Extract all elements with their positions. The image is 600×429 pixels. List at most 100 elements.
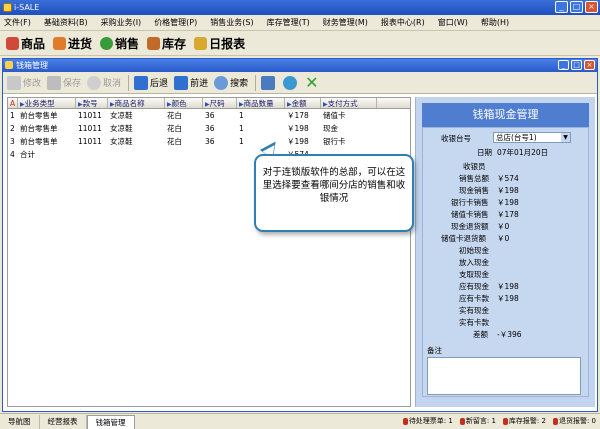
cashbox-window-title: 钱箱管理 — [16, 61, 48, 70]
menu-price[interactable]: 价格管理(P) — [154, 17, 197, 28]
header-business-type[interactable]: ▶业务类型 — [18, 98, 76, 108]
tab-navigation[interactable]: 导航图 — [0, 414, 40, 429]
header-size[interactable]: ▶尺码 — [203, 98, 237, 108]
cell-color — [165, 148, 203, 161]
save-label: 保存 — [63, 79, 82, 89]
summary-label: 应有卡款 — [459, 294, 489, 303]
minimize-button[interactable]: _ — [555, 1, 568, 13]
module-purchase-label: 进货 — [68, 37, 93, 51]
cell-payment: 储值卡 — [323, 111, 346, 120]
stock-alert-status[interactable]: 库存报警: 2 — [502, 416, 546, 426]
tab-cashbox[interactable]: 钱箱管理 — [86, 414, 135, 429]
header-color[interactable]: ▶颜色 — [165, 98, 203, 108]
menu-help[interactable]: 帮助(H) — [481, 17, 509, 28]
inner-minimize-button[interactable]: _ — [558, 60, 569, 70]
sales-icon — [100, 37, 114, 50]
header-amount[interactable]: ▶金额 — [285, 98, 321, 108]
undo-icon — [87, 75, 102, 90]
help-callout: 对于连锁版软件的总部，可以在这里选择要查看哪间分店的销售和收银情况 — [254, 154, 414, 232]
new-messages-status[interactable]: 新留言: 1 — [459, 416, 496, 426]
search-button[interactable]: 搜索 — [214, 75, 248, 90]
summary-value: ￥574 — [497, 174, 519, 183]
cancel-button[interactable]: 取消 — [87, 75, 121, 90]
header-corner[interactable]: A — [8, 98, 18, 108]
memo-textarea[interactable] — [427, 357, 581, 395]
inner-restore-button[interactable]: □ — [571, 60, 582, 70]
forward-button[interactable]: 前进 — [174, 75, 208, 90]
tab-business-report[interactable]: 经营报表 — [40, 414, 87, 429]
menu-file[interactable]: 文件(F) — [4, 17, 31, 28]
edit-button[interactable]: 修改 — [7, 75, 41, 90]
module-daily-report-button[interactable]: 日报表 — [194, 35, 245, 52]
header-product-name[interactable]: ▶商品名称 — [108, 98, 165, 108]
module-goods-button[interactable]: 商品 — [6, 35, 45, 52]
cell-product-name: 女凉鞋 — [110, 137, 133, 146]
back-button[interactable]: 后退 — [134, 75, 168, 90]
status-indicators: 待处理票单: 1 新留言: 1 库存报警: 2 退货报警: 0 — [402, 416, 596, 426]
summary-label: 现金退货额 — [451, 222, 489, 231]
summary-label: 放入现金 — [459, 258, 489, 267]
module-sales-button[interactable]: 销售 — [100, 35, 139, 52]
cell-style-no: 11011 — [78, 137, 102, 146]
menu-purchase[interactable]: 采购业务(I) — [101, 17, 142, 28]
stock-icon — [147, 37, 161, 50]
menu-finance[interactable]: 财务管理(M) — [323, 17, 368, 28]
cell-product-name — [108, 148, 165, 161]
cashbox-window-title-bar: 钱箱管理 _ □ × — [3, 59, 597, 72]
summary-label: 现金销售 — [459, 186, 489, 195]
summary-value: ￥198 — [497, 198, 519, 207]
alert-icon — [459, 417, 465, 425]
pending-tickets-status[interactable]: 待处理票单: 1 — [402, 416, 453, 426]
table-row[interactable]: 3 前台零售单 11011 女凉鞋 花白 36 1 ￥198 银行卡 — [8, 135, 410, 148]
module-toolbar: 商品 进货 销售 库存 日报表 — [0, 32, 600, 56]
refresh-icon — [283, 75, 298, 90]
inner-close-button[interactable]: × — [584, 60, 595, 70]
module-purchase-button[interactable]: 进货 — [53, 35, 92, 52]
module-sales-label: 销售 — [115, 37, 140, 51]
header-payment[interactable]: ▶支付方式 — [321, 98, 377, 108]
goods-icon — [6, 37, 19, 50]
summary-label: 储值卡销售 — [451, 210, 489, 219]
transactions-table: A ▶业务类型 ▶款号 ▶商品名称 ▶颜色 ▶尺码 ▶商品数量 ▶金额 ▶支付方… — [7, 97, 411, 407]
menu-basic-data[interactable]: 基础资料(B) — [44, 17, 88, 28]
summary-value: ￥198 — [497, 294, 519, 303]
forward-arrow-icon — [174, 75, 189, 90]
menu-inventory[interactable]: 库存管理(T) — [267, 17, 310, 28]
header-style-no[interactable]: ▶款号 — [76, 98, 108, 108]
row-number: 3 — [10, 137, 15, 146]
summary-label: 实有卡款 — [459, 318, 489, 327]
cell-amount: ￥198 — [287, 124, 309, 133]
table-row[interactable]: 2 前台零售单 11011 女凉鞋 花白 36 1 ￥198 现金 — [8, 122, 410, 135]
cell-quantity: 1 — [239, 124, 244, 133]
summary-value: ￥0 — [497, 222, 510, 231]
save-button[interactable]: 保存 — [47, 75, 82, 90]
refresh-button[interactable] — [283, 75, 299, 90]
menu-reports[interactable]: 报表中心(R) — [381, 17, 425, 28]
summary-value: ￥0 — [497, 234, 510, 243]
alert-icon — [552, 417, 558, 425]
register-select[interactable]: 总店(台号1) ▼ — [493, 132, 571, 143]
cell-product-name: 女凉鞋 — [110, 124, 133, 133]
return-alert-status[interactable]: 退货报警: 0 — [552, 416, 596, 426]
module-goods-label: 商品 — [21, 37, 46, 51]
connection-button[interactable] — [261, 75, 277, 90]
menu-window[interactable]: 窗口(W) — [438, 17, 468, 28]
summary-value: ￥198 — [497, 186, 519, 195]
close-x-icon: ✕ — [305, 72, 319, 92]
exit-button[interactable]: ✕ — [305, 72, 319, 92]
module-stock-button[interactable]: 库存 — [147, 35, 186, 52]
maximize-button[interactable]: □ — [570, 1, 583, 13]
cell-color: 花白 — [167, 137, 182, 146]
chevron-down-icon[interactable]: ▼ — [561, 133, 570, 142]
close-button[interactable]: × — [585, 1, 598, 13]
table-row[interactable]: 1 前台零售单 11011 女凉鞋 花白 36 1 ￥178 储值卡 — [8, 109, 410, 122]
alert-icon — [502, 417, 508, 425]
memo-label: 备注 — [427, 346, 442, 355]
window-icon — [5, 61, 13, 69]
cell-size: 36 — [205, 137, 215, 146]
summary-label: 储值卡退货额 — [441, 234, 486, 243]
menu-sales[interactable]: 销售业务(S) — [210, 17, 253, 28]
row-number: 4 — [10, 150, 15, 159]
summary-label: 支取现金 — [459, 270, 489, 279]
header-quantity[interactable]: ▶商品数量 — [237, 98, 285, 108]
